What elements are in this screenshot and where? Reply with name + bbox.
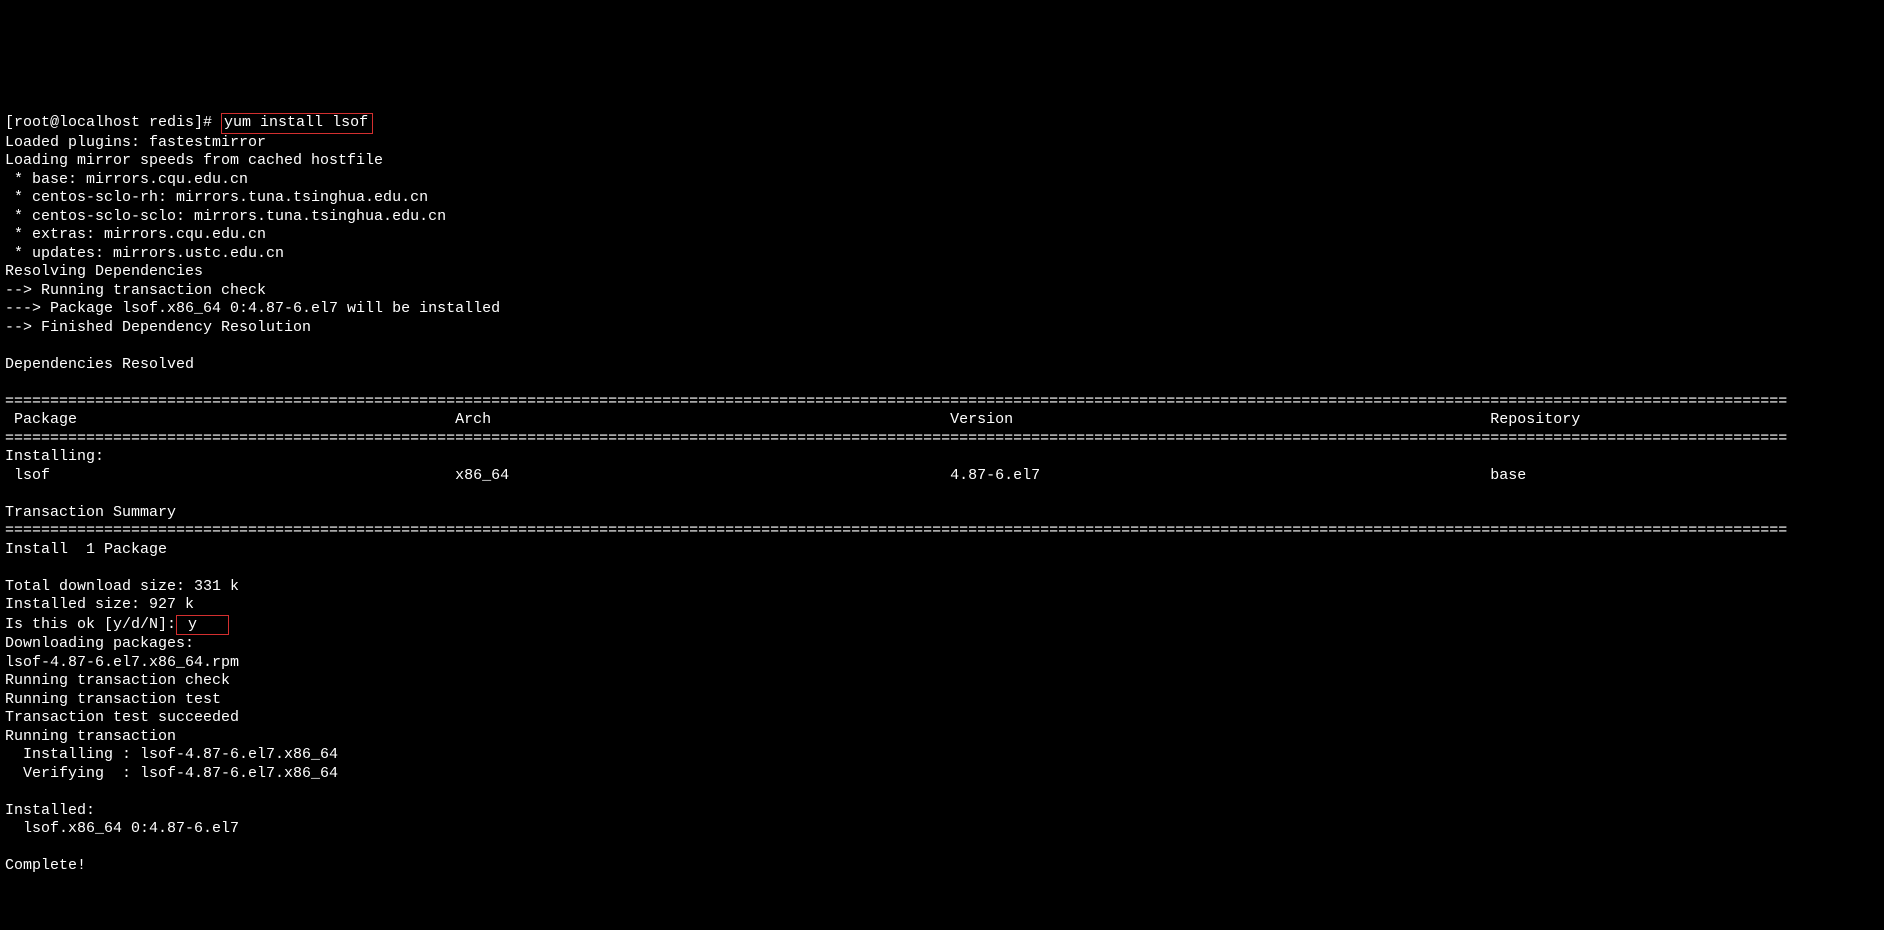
transaction-summary-label: Transaction Summary [5, 504, 176, 521]
yum-output-pre-table: Loaded plugins: fastestmirror Loading mi… [5, 134, 500, 373]
table-rule-mid: ========================================… [5, 430, 1787, 447]
shell-prompt: [root@localhost redis]# [5, 114, 221, 131]
yum-output-post-confirm: Downloading packages: lsof-4.87-6.el7.x8… [5, 635, 338, 874]
table-rule-top: ========================================… [5, 393, 1787, 410]
confirm-prompt: Is this ok [y/d/N]: [5, 616, 176, 633]
table-header: Package Arch Version Repository [5, 411, 1580, 428]
summary-text: Install 1 Package Total download size: 3… [5, 541, 239, 614]
terminal-window[interactable]: [root@localhost redis]# yum install lsof… [0, 93, 1884, 878]
highlighted-command: yum install lsof [221, 113, 373, 134]
package-row: lsof x86_64 4.87-6.el7 base [5, 467, 1526, 484]
installing-label: Installing: [5, 448, 104, 465]
table-rule-bottom: ========================================… [5, 522, 1787, 539]
highlighted-confirm-input[interactable]: y [176, 615, 229, 636]
